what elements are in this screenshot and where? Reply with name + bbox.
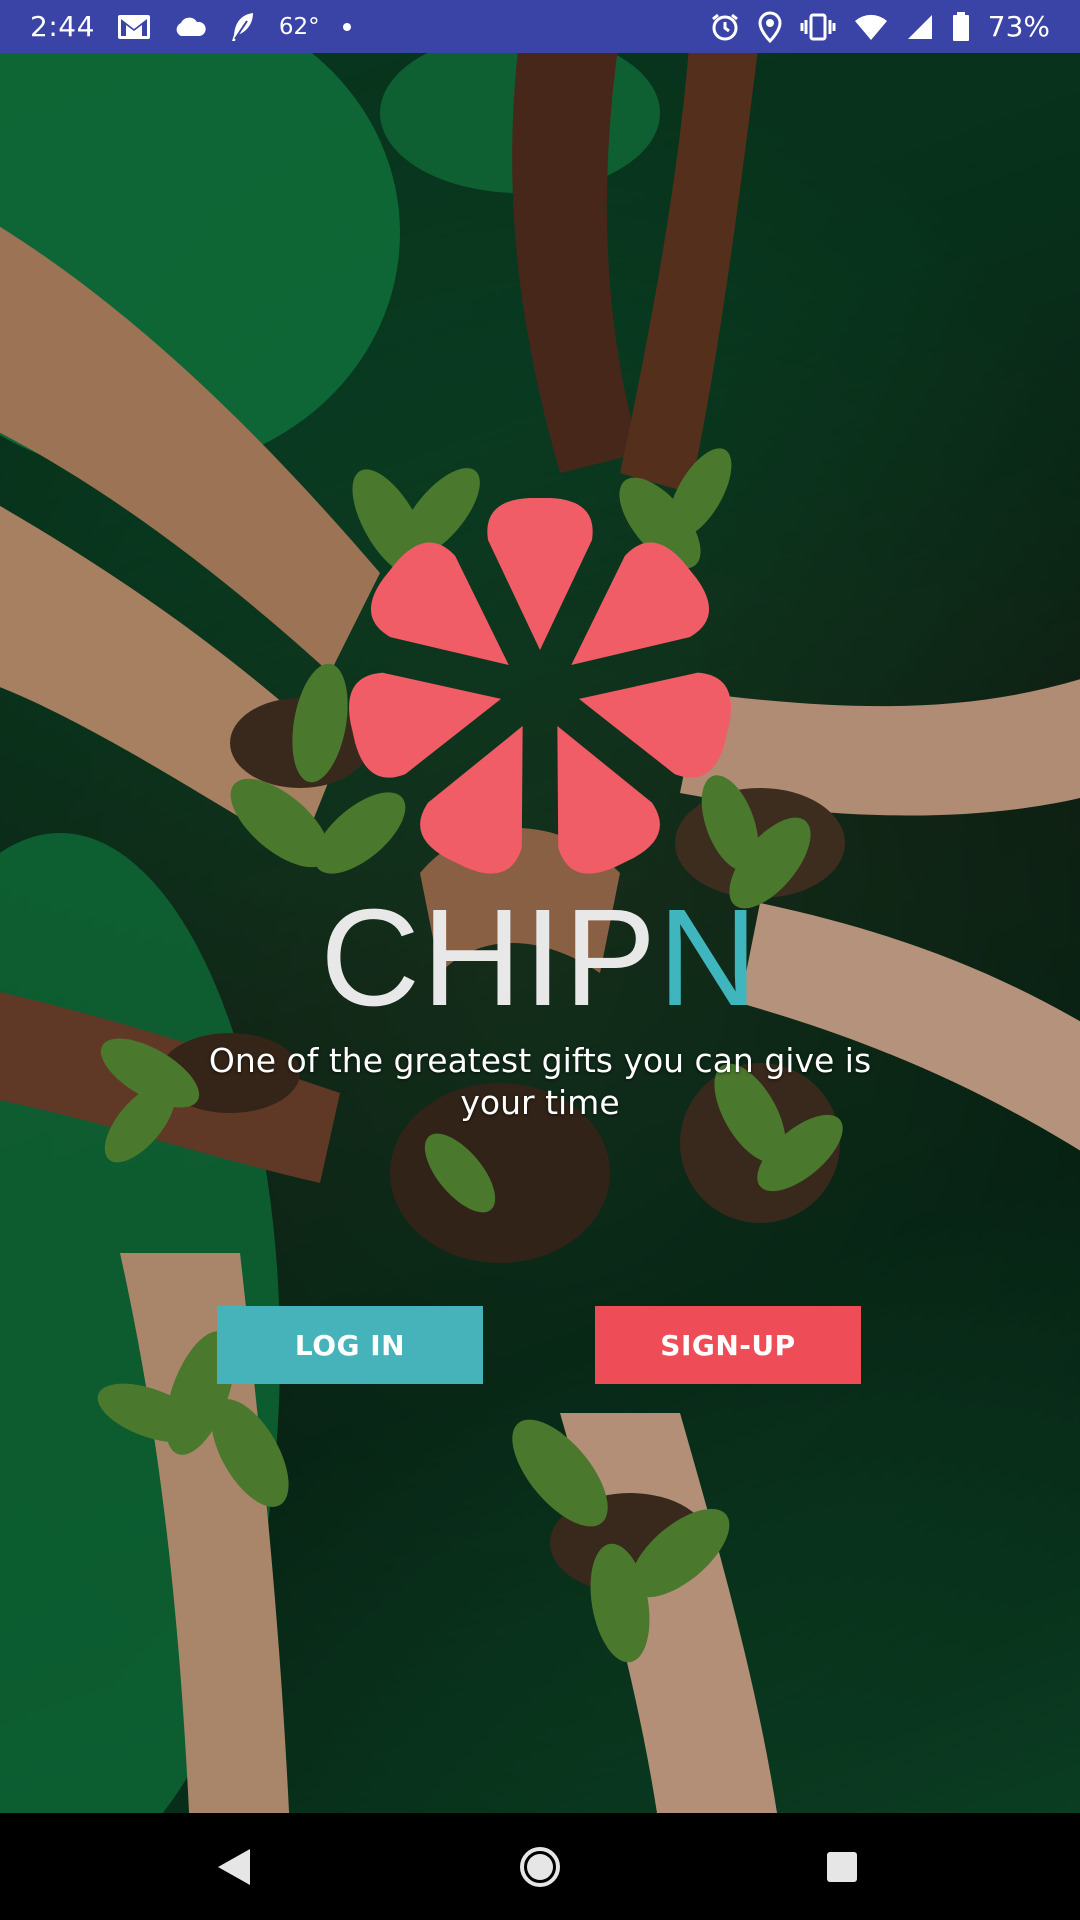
gmail-icon <box>117 13 151 41</box>
home-icon <box>520 1846 560 1887</box>
navigation-bar <box>0 1813 1080 1920</box>
svg-text:CHIPN: CHIPN <box>320 890 759 1020</box>
home-button[interactable] <box>480 1813 600 1920</box>
status-time: 2:44 <box>30 10 95 43</box>
dot-icon <box>342 22 352 32</box>
logo-wordmark: CHIPN <box>320 890 759 1020</box>
logo-petals <box>349 498 731 874</box>
status-bar: 2:44 62° 73% <box>0 0 1080 53</box>
wifi-icon <box>854 13 888 41</box>
location-icon <box>758 10 782 43</box>
status-right: 73% <box>710 0 1050 53</box>
vibrate-icon <box>800 12 836 42</box>
feather-icon <box>229 11 257 43</box>
tagline: One of the greatest gifts you can give i… <box>208 1041 872 1122</box>
status-left: 2:44 62° <box>0 0 352 53</box>
status-temperature: 62° <box>278 13 320 40</box>
recents-button[interactable] <box>782 1813 902 1920</box>
back-button[interactable] <box>174 1813 294 1920</box>
logo-wordmark-main: CHIP <box>320 890 658 1020</box>
battery-icon <box>952 11 970 42</box>
alarm-icon <box>710 12 740 42</box>
recents-icon <box>827 1851 857 1882</box>
back-icon <box>218 1848 250 1885</box>
cloud-icon <box>173 16 207 38</box>
signup-button[interactable]: SIGN-UP <box>595 1306 861 1384</box>
login-button[interactable]: LOG IN <box>217 1306 483 1384</box>
signal-icon <box>906 13 934 41</box>
logo-petal <box>487 498 593 650</box>
app-screen: 2:44 62° 73% CHIPN One of the greatest g… <box>0 0 1080 1920</box>
battery-percent: 73% <box>987 10 1050 43</box>
logo-wordmark-accent: N <box>658 890 760 1020</box>
logo-flower-icon <box>349 498 731 874</box>
